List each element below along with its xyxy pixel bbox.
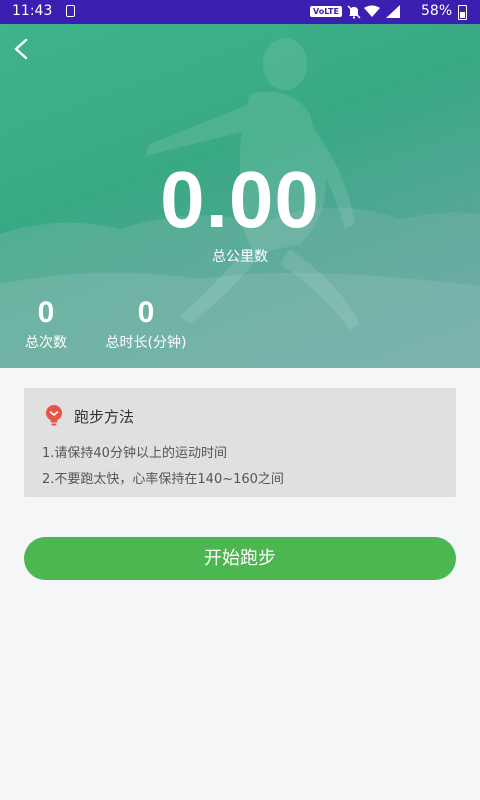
battery-percent: 58% xyxy=(421,3,453,19)
total-distance-label: 总公里数 xyxy=(212,249,268,265)
signal-icon xyxy=(386,5,400,18)
back-button[interactable] xyxy=(6,34,36,64)
hero-summary: 0.00 总公里数 0 总次数 0 总时长(分钟) xyxy=(0,24,480,368)
wifi-icon xyxy=(364,5,380,17)
tips-title: 跑步方法 xyxy=(74,408,135,426)
total-count-value: 0 xyxy=(37,296,55,329)
status-icons xyxy=(347,5,400,19)
status-bar: 11:43 VoLTE 58% xyxy=(0,0,480,24)
total-count-label: 总次数 xyxy=(25,335,67,351)
total-duration-label: 总时长(分钟) xyxy=(105,335,187,351)
volte-badge: VoLTE xyxy=(310,6,342,17)
start-running-button[interactable]: 开始跑步 xyxy=(24,537,456,580)
total-duration-value: 0 xyxy=(137,296,155,329)
battery-icon xyxy=(458,5,467,20)
status-time: 11:43 xyxy=(12,3,53,19)
sim-icon xyxy=(66,5,75,17)
total-distance-value: 0.00 xyxy=(160,155,320,244)
chevron-left-icon xyxy=(14,38,28,60)
total-duration-stat: 0 总时长(分钟) xyxy=(100,296,192,352)
mute-icon xyxy=(347,5,361,19)
total-count-stat: 0 总次数 xyxy=(22,296,70,352)
running-tips-card: 跑步方法 1.请保持40分钟以上的运动时间 2.不要跑太快，心率保持在140~1… xyxy=(24,388,456,497)
lightbulb-icon xyxy=(46,405,62,426)
tips-item: 1.请保持40分钟以上的运动时间 xyxy=(42,446,227,461)
tips-item: 2.不要跑太快，心率保持在140~160之间 xyxy=(42,472,284,487)
